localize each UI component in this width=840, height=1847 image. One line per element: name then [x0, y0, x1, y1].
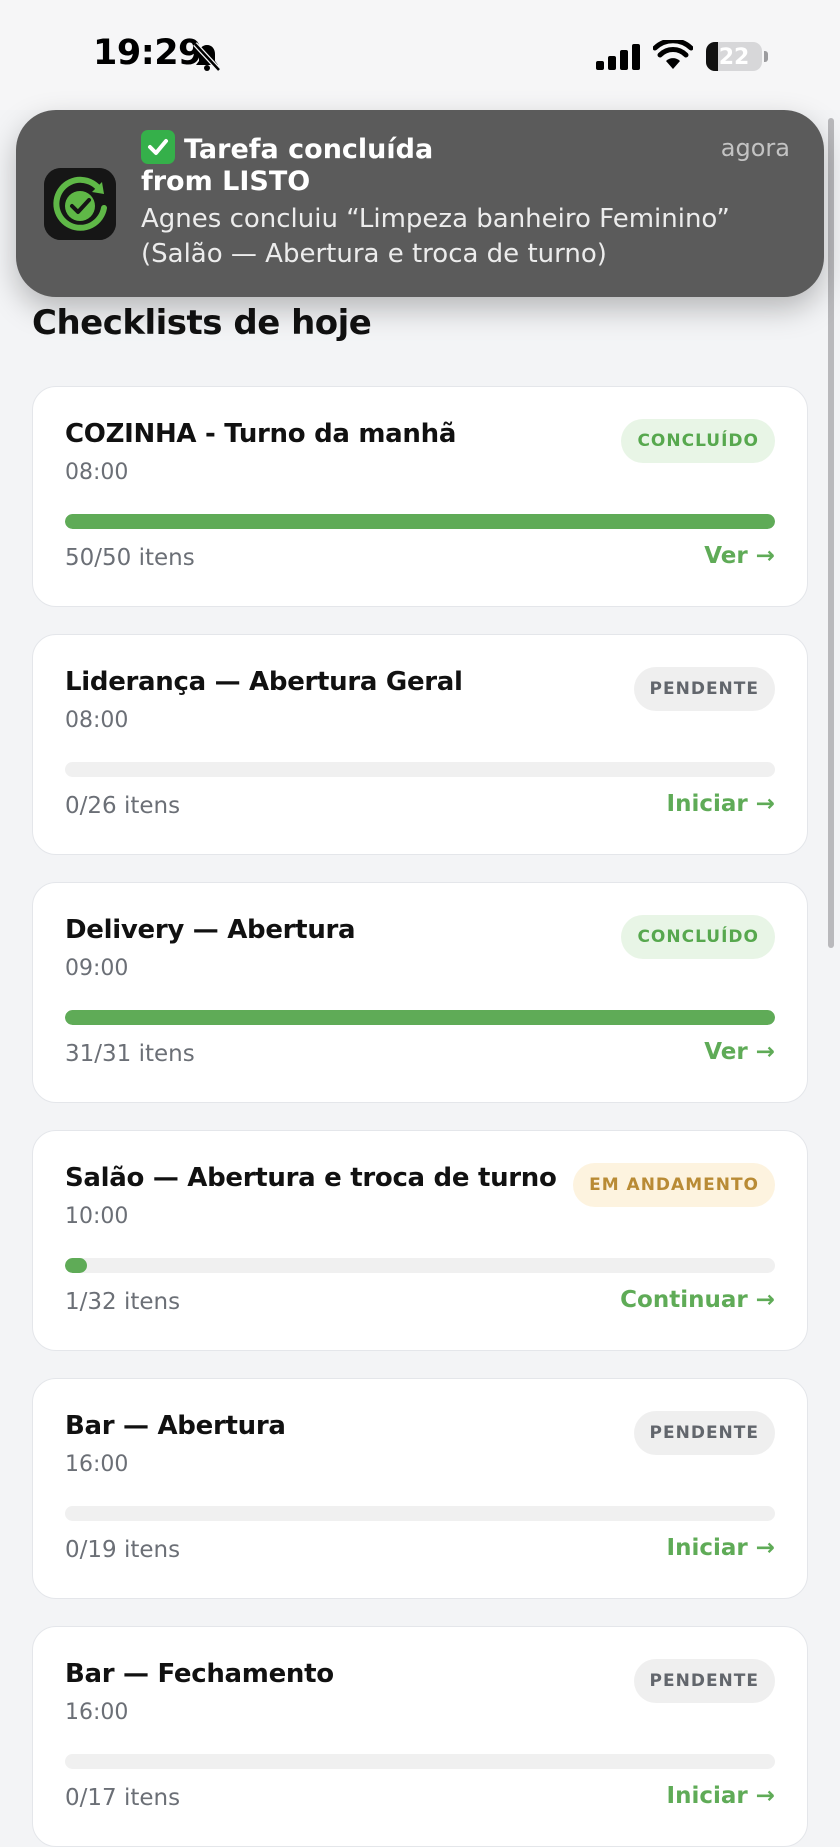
- checklist-title: Delivery — Abertura: [65, 915, 356, 945]
- checklist-action-link[interactable]: Iniciar →: [667, 1535, 775, 1561]
- notification-time: agora: [720, 134, 790, 162]
- notification-banner[interactable]: Tarefa concluída agora from LISTO Agnes …: [16, 110, 824, 297]
- progress-bar: [65, 762, 775, 777]
- listo-app-icon: [44, 168, 116, 240]
- notification-body: Agnes concluiu “Limpeza banheiro Feminin…: [141, 202, 791, 272]
- progress-bar-fill: [65, 1258, 88, 1273]
- item-count: 1/32 itens: [65, 1289, 181, 1315]
- progress-bar: [65, 514, 775, 529]
- checklist-card[interactable]: Bar — Fechamento 16:00 PENDENTE 0/17 itens I…: [32, 1626, 808, 1847]
- status-badge: PENDENTE: [633, 1411, 775, 1455]
- status-badge: CONCLUÍDO: [621, 419, 775, 463]
- progress-bar: [65, 1506, 775, 1521]
- checklist-card[interactable]: Bar — Abertura 16:00 PENDENTE 0/19 itens Ini…: [32, 1378, 808, 1599]
- cellular-signal-icon: [596, 44, 640, 70]
- progress-bar: [65, 1258, 775, 1273]
- notification-title: Tarefa concluída: [141, 130, 433, 165]
- checklist-action-link[interactable]: Iniciar →: [667, 1783, 775, 1809]
- checklist-time: 16:00: [65, 1700, 129, 1725]
- wifi-icon: [653, 40, 693, 69]
- checklist-time: 09:00: [65, 956, 129, 981]
- checklist-card[interactable]: Delivery — Abertura 09:00 CONCLUÍDO 31/31 i…: [32, 882, 808, 1103]
- checklist-action-link[interactable]: Continuar →: [620, 1287, 775, 1313]
- checklist-time: 10:00: [65, 1204, 129, 1229]
- checklist-title: Bar — Fechamento: [65, 1659, 334, 1689]
- item-count: 31/31 itens: [65, 1041, 195, 1067]
- checklist-title: Salão — Abertura e troca de turno: [65, 1163, 557, 1193]
- progress-bar-fill: [65, 514, 775, 529]
- checklist-time: 16:00: [65, 1452, 129, 1477]
- status-badge: EM ANDAMENTO: [573, 1163, 775, 1207]
- item-count: 0/17 itens: [65, 1785, 181, 1811]
- checklist-title: COZINHA - Turno da manhã: [65, 419, 457, 449]
- checklist-action-link[interactable]: Iniciar →: [667, 791, 775, 817]
- progress-bar: [65, 1754, 775, 1769]
- checklist-title: Liderança — Abertura Geral: [65, 667, 463, 697]
- progress-bar-fill: [65, 1010, 775, 1025]
- checklist-time: 08:00: [65, 460, 129, 485]
- checklist-card[interactable]: COZINHA - Turno da manhã 08:00 CONCLUÍDO 50…: [32, 386, 808, 607]
- item-count: 0/19 itens: [65, 1537, 181, 1563]
- status-badge: PENDENTE: [633, 667, 775, 711]
- scrollbar[interactable]: [828, 118, 834, 948]
- notification-body-line: Agnes concluiu “Limpeza banheiro Feminin…: [141, 204, 730, 234]
- item-count: 50/50 itens: [65, 545, 195, 571]
- status-time: 19:29: [93, 33, 202, 73]
- status-bar: 19:29 22: [0, 0, 840, 110]
- checklist-card[interactable]: Liderança — Abertura Geral 08:00 PENDENTE 0…: [32, 634, 808, 855]
- checklist-action-link[interactable]: Ver →: [704, 543, 775, 569]
- checklist-title: Bar — Abertura: [65, 1411, 286, 1441]
- notification-body-line: (Salão — Abertura e troca de turno): [141, 239, 607, 269]
- page-title: Checklists de hoje: [32, 303, 372, 343]
- status-badge: CONCLUÍDO: [621, 915, 775, 959]
- battery-cap: [764, 51, 768, 62]
- checklist-time: 08:00: [65, 708, 129, 733]
- item-count: 0/26 itens: [65, 793, 181, 819]
- notification-app-name: from LISTO: [141, 166, 311, 197]
- progress-bar: [65, 1010, 775, 1025]
- status-badge: PENDENTE: [633, 1659, 775, 1703]
- check-mark-button-icon: [141, 130, 175, 164]
- checklist-card[interactable]: Salão — Abertura e troca de turno 10:00 EM…: [32, 1130, 808, 1351]
- battery-percentage: 22: [718, 45, 750, 70]
- notification-title-text: Tarefa concluída: [184, 134, 434, 165]
- checklist-action-link[interactable]: Ver →: [704, 1039, 775, 1065]
- bell-slash-icon: [193, 42, 221, 72]
- battery-indicator: 22: [706, 42, 762, 71]
